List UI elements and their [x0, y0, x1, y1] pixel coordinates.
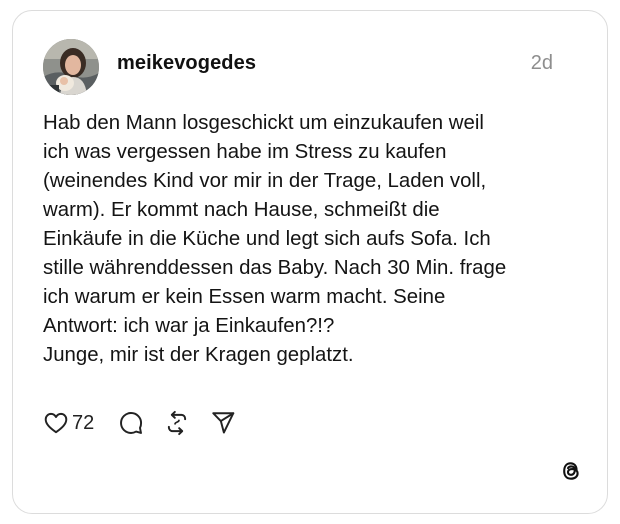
repost-button[interactable]: [164, 410, 190, 436]
username-link[interactable]: meikevogedes: [117, 52, 256, 75]
post-text-line: Junge, mir ist der Kragen geplatzt.: [43, 344, 354, 366]
post-text-line: ich warum er kein Essen warm macht. Sein…: [43, 286, 446, 308]
avatar[interactable]: [43, 39, 99, 95]
post-actions: 72: [43, 408, 236, 438]
heart-icon: [44, 412, 68, 434]
post-body: Hab den Mann losgeschickt um einzukaufen…: [43, 109, 583, 370]
avatar-photo-icon: [43, 39, 99, 95]
like-count: 72: [72, 411, 95, 434]
comment-bubble-icon: [120, 412, 143, 434]
send-icon: [212, 412, 235, 434]
reply-button[interactable]: [118, 410, 144, 436]
post-text-line: warm). Er kommt nach Hause, schmeißt die: [43, 199, 440, 221]
post-timestamp: 2d: [530, 52, 553, 74]
like-button[interactable]: 72: [43, 410, 94, 436]
post-card: meikevogedes 2d Hab den Mann losgeschick…: [12, 10, 608, 514]
threads-logo-icon: [557, 457, 585, 485]
post-text-line: stille währenddessen das Baby. Nach 30 M…: [43, 257, 507, 279]
repost-icon: [168, 410, 187, 436]
post-text-line: (weinendes Kind vor mir in der Trage, La…: [43, 170, 487, 192]
post-text-line: Hab den Mann losgeschickt um einzukaufen…: [43, 112, 484, 134]
post-text-line: Antwort: ich war ja Einkaufen?!?: [43, 315, 335, 337]
share-button[interactable]: [210, 410, 236, 436]
post-text-line: ich was vergessen habe im Stress zu kauf…: [43, 141, 447, 163]
post-text-line: Einkäufe in die Küche und legt sich aufs…: [43, 228, 491, 250]
